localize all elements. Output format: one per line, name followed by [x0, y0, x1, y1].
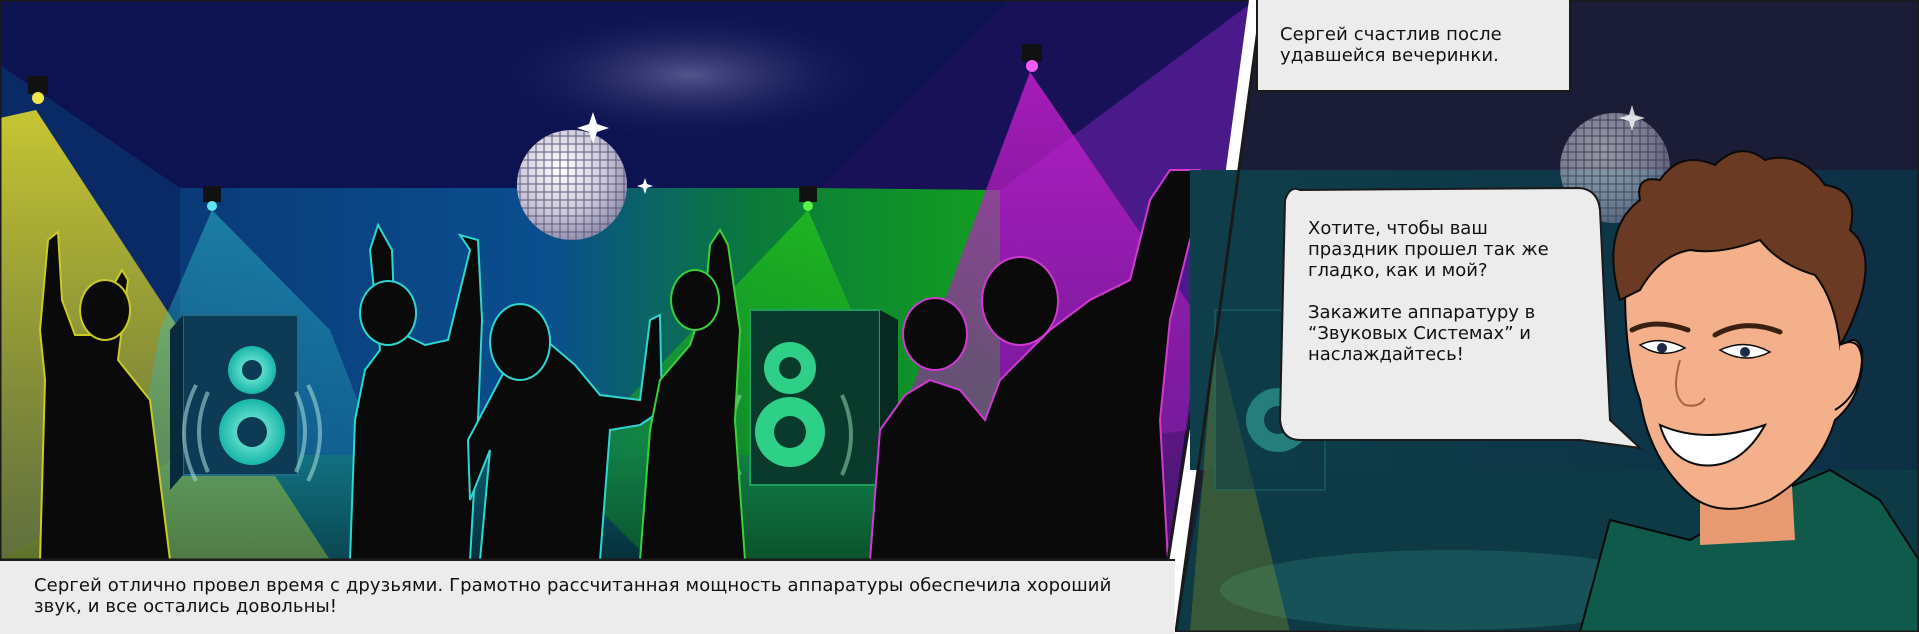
comic-strip — [0, 0, 1919, 632]
dancer-silhouette — [902, 297, 968, 371]
right-panel-caption-text: Сергей счастлив после удавшейся вечеринк… — [1280, 24, 1502, 66]
pupil-right — [1740, 347, 1750, 357]
speech-bubble-line1: Хотите, чтобы ваш праздник прошел так же… — [1308, 218, 1549, 281]
ceiling-glow — [480, 5, 900, 145]
dancer-silhouette — [359, 280, 418, 346]
pupil-left — [1657, 343, 1667, 353]
right-panel-caption: Сергей счастлив после удавшейся вечеринк… — [1256, 0, 1571, 92]
dancer-silhouette — [981, 256, 1059, 346]
left-panel-caption: Сергей отлично провел время с друзьями. … — [0, 559, 1175, 634]
dancer-silhouette — [489, 303, 552, 381]
left-panel — [0, 0, 1257, 562]
right-speaker-icon — [729, 309, 898, 495]
left-speaker-icon — [170, 314, 322, 490]
dancer-silhouette — [670, 269, 720, 331]
dancer-silhouette — [79, 279, 131, 341]
speech-bubble-text: Хотите, чтобы ваш праздник прошел так же… — [1308, 218, 1578, 365]
speech-bubble-line2: Закажите аппаратуру в “Звуковых Системах… — [1308, 302, 1536, 365]
left-panel-caption-text: Сергей отлично провел время с друзьями. … — [34, 575, 1112, 617]
